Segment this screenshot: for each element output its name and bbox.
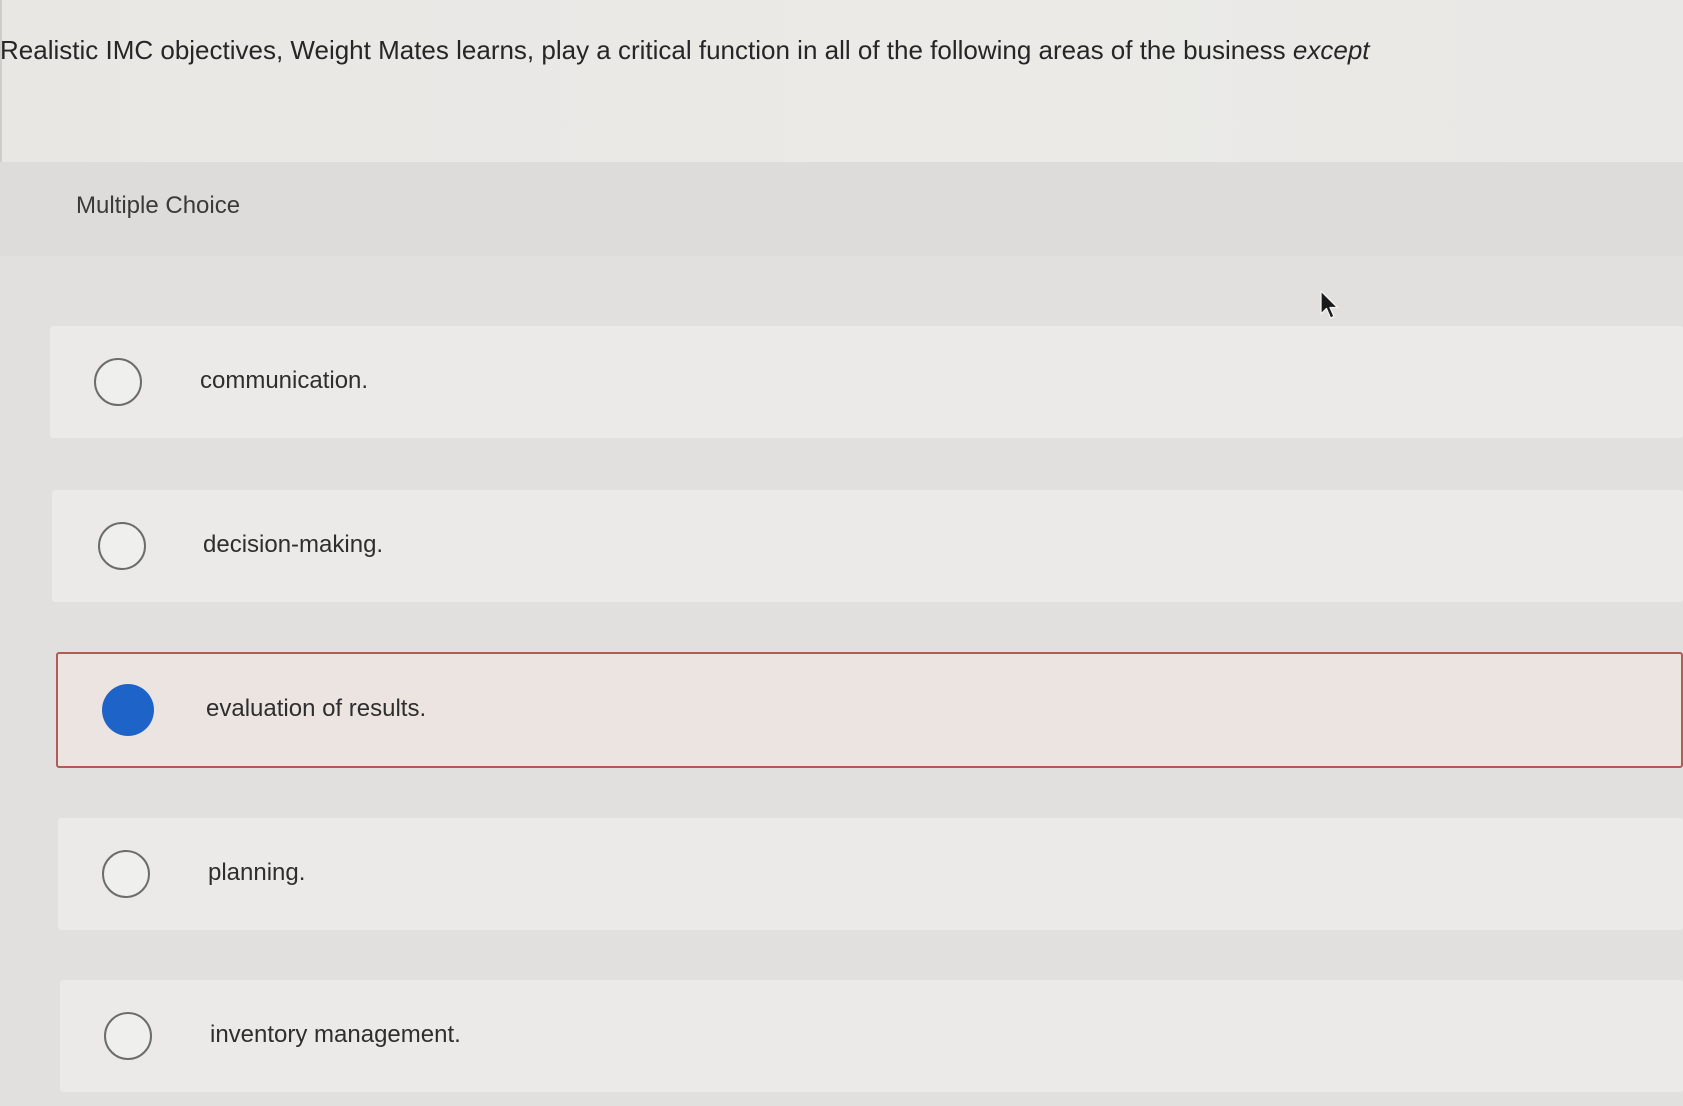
- radio-button[interactable]: [102, 850, 150, 898]
- choice-label: decision-making.: [203, 531, 384, 558]
- choice-option-decision-making[interactable]: decision-making.: [52, 490, 1683, 602]
- choice-label: communication.: [200, 367, 369, 394]
- choice-label: planning.: [208, 859, 306, 886]
- choice-option-planning[interactable]: planning.: [58, 818, 1683, 930]
- question-text-main: Realistic IMC objectives, Weight Mates l…: [0, 35, 1293, 65]
- choice-option-inventory-management[interactable]: inventory management.: [60, 980, 1683, 1092]
- radio-button[interactable]: [98, 522, 146, 570]
- radio-button-selected[interactable]: [102, 684, 154, 736]
- choice-option-evaluation-of-results[interactable]: evaluation of results.: [56, 652, 1683, 768]
- choice-option-communication[interactable]: communication.: [50, 326, 1683, 438]
- section-header: [0, 162, 1683, 256]
- question-type-label: Multiple Choice: [76, 192, 241, 219]
- question-prompt: Realistic IMC objectives, Weight Mates l…: [0, 30, 1560, 70]
- radio-button[interactable]: [94, 358, 142, 406]
- choice-label: evaluation of results.: [206, 695, 427, 722]
- radio-button[interactable]: [104, 1012, 152, 1060]
- mouse-pointer-icon: [1320, 290, 1339, 319]
- choice-label: inventory management.: [210, 1021, 461, 1048]
- question-header: [0, 0, 1683, 162]
- question-text-emphasis: except: [1292, 35, 1370, 65]
